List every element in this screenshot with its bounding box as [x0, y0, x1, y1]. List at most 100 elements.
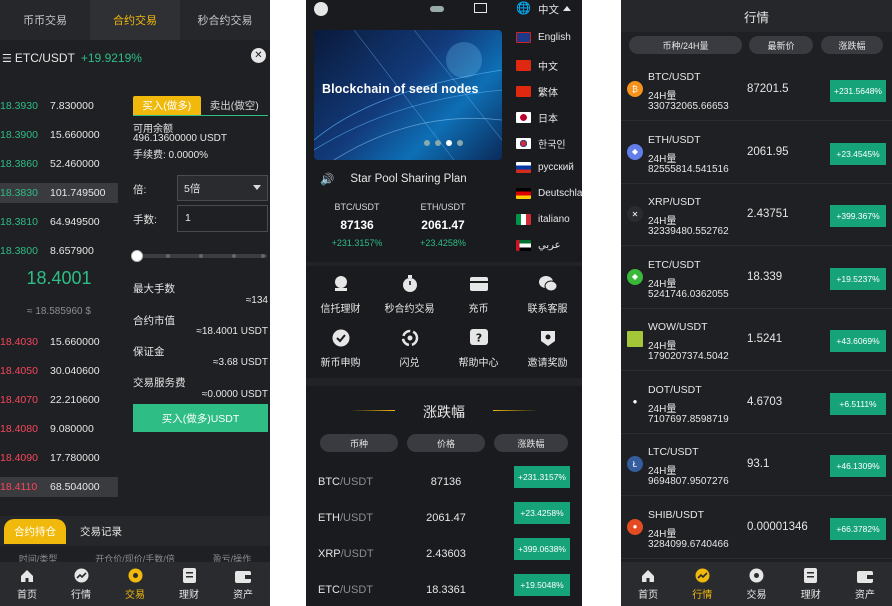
- carousel-dot[interactable]: [457, 140, 463, 146]
- tabbar-home[interactable]: 首页: [621, 562, 675, 606]
- language-option[interactable]: English: [516, 32, 571, 43]
- fn-flash-swap[interactable]: 闪兑: [375, 328, 444, 369]
- tabbar-market[interactable]: 行情: [54, 562, 108, 606]
- orderbook-row[interactable]: 18.4050 30.040600: [0, 361, 118, 381]
- market-change-badge[interactable]: +43.6069%: [830, 330, 886, 352]
- orderbook-row[interactable]: 18.3830 101.749500: [0, 183, 118, 203]
- carousel-dot[interactable]: [424, 140, 430, 146]
- orderbook-row[interactable]: 18.4090 17.780000: [0, 448, 118, 468]
- market-row[interactable]: ₿ BTC/USDT 24H量 330732065.66653 87201.5 +231.…: [621, 59, 892, 121]
- tab-second-contract[interactable]: 秒合约交易: [180, 0, 270, 40]
- orderbook-row[interactable]: 18.4030 15.660000: [0, 332, 118, 352]
- market-row[interactable]: XRP/USDT 2.43603 +399.0638%: [306, 538, 582, 574]
- language-option[interactable]: عربي: [516, 240, 561, 251]
- volume-label: 24H量: [648, 528, 677, 540]
- tab-spot[interactable]: 币币交易: [0, 0, 90, 40]
- market-change-badge[interactable]: +6.5111%: [830, 392, 886, 415]
- tabbar-finance[interactable]: 理财: [162, 562, 216, 606]
- fn-customer-service[interactable]: 联系客服: [513, 274, 582, 315]
- fn-deposit[interactable]: 充币: [444, 274, 513, 315]
- market-row[interactable]: ◆ ETC/USDT 24H量 5241746.0362055 18.339 +19.52…: [621, 247, 892, 309]
- tab-positions[interactable]: 合约持仓: [4, 518, 66, 544]
- tab-contract[interactable]: 合约交易: [90, 0, 180, 40]
- orderbook-row[interactable]: 18.3930 7.830000: [0, 96, 118, 116]
- market-change-badge[interactable]: +46.1309%: [830, 455, 886, 477]
- market-change-badge[interactable]: +23.4258%: [514, 502, 570, 524]
- language-option[interactable]: 中文: [516, 58, 558, 73]
- language-option[interactable]: 日本: [516, 110, 558, 125]
- market-row[interactable]: ● DOT/USDT 24H量 7107697.8598719 4.6703 +6.511…: [621, 372, 892, 434]
- buy-long-button[interactable]: 买入(做多)USDT: [133, 404, 268, 432]
- market-row[interactable]: ETH/USDT 2061.47 +23.4258%: [306, 502, 582, 538]
- ticker-card[interactable]: ETH/USDT 2061.47 +23.4258%: [402, 202, 484, 248]
- mail-icon[interactable]: [474, 3, 487, 13]
- orderbook-row[interactable]: 18.3900 15.660000: [0, 125, 118, 145]
- qty-slider[interactable]: [131, 250, 267, 262]
- col-header-latest-price[interactable]: 最新价: [749, 36, 813, 54]
- carousel-dot[interactable]: [435, 140, 441, 146]
- orderbook-row[interactable]: 18.4110 68.504000: [0, 477, 118, 497]
- fn-trust-finance[interactable]: 信托理财: [306, 274, 375, 315]
- service-icon[interactable]: [430, 6, 444, 12]
- language-option[interactable]: italiano: [516, 214, 570, 225]
- market-change-badge[interactable]: +399.0638%: [514, 538, 570, 560]
- fn-second-contract[interactable]: 秒合约交易: [375, 274, 444, 315]
- menu-icon[interactable]: ☰: [2, 52, 12, 65]
- qty-input[interactable]: 1: [177, 205, 268, 232]
- fn-new-coin[interactable]: 新币申购: [306, 328, 375, 369]
- col-header-change[interactable]: 涨跌幅: [821, 36, 883, 54]
- leverage-select[interactable]: 5倍: [177, 175, 268, 201]
- tabbar-market[interactable]: 行情: [675, 562, 729, 606]
- market-row[interactable]: ETC/USDT 18.3361 +19.5048%: [306, 574, 582, 606]
- globe-icon[interactable]: 🌐: [516, 1, 531, 15]
- ticker-card[interactable]: BTC/USDT 87136 +231.3157%: [316, 202, 398, 248]
- user-avatar-icon[interactable]: [314, 2, 328, 16]
- orderbook-row[interactable]: 18.3800 8.657900: [0, 241, 118, 261]
- market-change-badge[interactable]: +19.5237%: [830, 267, 886, 290]
- tabbar-label: 交易: [746, 589, 767, 601]
- pair-symbol[interactable]: ETC/USDT: [15, 51, 75, 65]
- notice-bar[interactable]: 🔊 Star Pool Sharing Plan: [306, 168, 512, 190]
- tabbar-assets[interactable]: 资产: [838, 562, 892, 606]
- market-change-badge[interactable]: +23.4545%: [830, 142, 886, 165]
- tabbar-assets[interactable]: 资产: [216, 562, 270, 606]
- market-row[interactable]: Ł LTC/USDT 24H量 9694807.9507276 93.1 +46.1309…: [621, 434, 892, 496]
- market-change-badge[interactable]: +231.3157%: [514, 466, 570, 488]
- market-row[interactable]: ◆ ETH/USDT 24H量 82555814.541516 2061.95 +23.4…: [621, 122, 892, 184]
- promo-banner[interactable]: Blockchain of seed nodes: [314, 30, 502, 160]
- fn-invite-reward[interactable]: 邀请奖励: [513, 328, 582, 369]
- col-header-price[interactable]: 价格: [407, 434, 485, 452]
- market-change-badge[interactable]: +66.3782%: [830, 517, 886, 540]
- language-option[interactable]: русский: [516, 162, 574, 173]
- market-row[interactable]: ✕ XRP/USDT 24H量 32339480.552762 2.43751 +399.…: [621, 184, 892, 246]
- market-row[interactable]: WOW/USDT 24H量 1790207374.5042 1.5241 +43.606…: [621, 309, 892, 371]
- orderbook-row[interactable]: 18.3810 64.949500: [0, 212, 118, 232]
- tab-buy-long[interactable]: 买入(做多): [133, 96, 201, 116]
- slider-handle[interactable]: [131, 250, 143, 262]
- language-option[interactable]: 繁体: [516, 84, 558, 99]
- settings-icon[interactable]: ✕: [251, 48, 266, 63]
- orderbook-row[interactable]: 18.4070 22.210600: [0, 390, 118, 410]
- market-row[interactable]: BTC/USDT 87136 +231.3157%: [306, 466, 582, 502]
- col-header-change[interactable]: 涨跌幅: [494, 434, 568, 452]
- tab-sell-short[interactable]: 卖出(做空): [200, 96, 268, 116]
- market-change-badge[interactable]: +231.5648%: [830, 80, 886, 102]
- orderbook-row[interactable]: 18.4080 9.080000: [0, 419, 118, 439]
- market-row[interactable]: ● SHIB/USDT 24H量 3284099.6740466 0.00001346 +…: [621, 497, 892, 559]
- language-option[interactable]: Deutschland: [516, 188, 582, 199]
- tabbar-trade[interactable]: 交易: [729, 562, 783, 606]
- col-header-coin[interactable]: 币种: [320, 434, 398, 452]
- col-header-coin-volume[interactable]: 币种/24H量: [629, 36, 742, 54]
- tabbar-finance[interactable]: 理财: [784, 562, 838, 606]
- language-option[interactable]: 한국인: [516, 136, 566, 151]
- carousel-dot[interactable]: [446, 140, 452, 146]
- fn-help-center[interactable]: ? 帮助中心: [444, 328, 513, 369]
- tabbar-home[interactable]: 首页: [0, 562, 54, 606]
- volume-value: 3284099.6740466: [648, 538, 729, 550]
- language-current[interactable]: 中文: [538, 2, 559, 17]
- market-change-badge[interactable]: +19.5048%: [514, 574, 570, 596]
- market-change-badge[interactable]: +399.367%: [830, 205, 886, 227]
- tabbar-trade[interactable]: 交易: [108, 562, 162, 606]
- tab-trade-records[interactable]: 交易记录: [70, 519, 132, 544]
- orderbook-row[interactable]: 18.3860 52.460000: [0, 154, 118, 174]
